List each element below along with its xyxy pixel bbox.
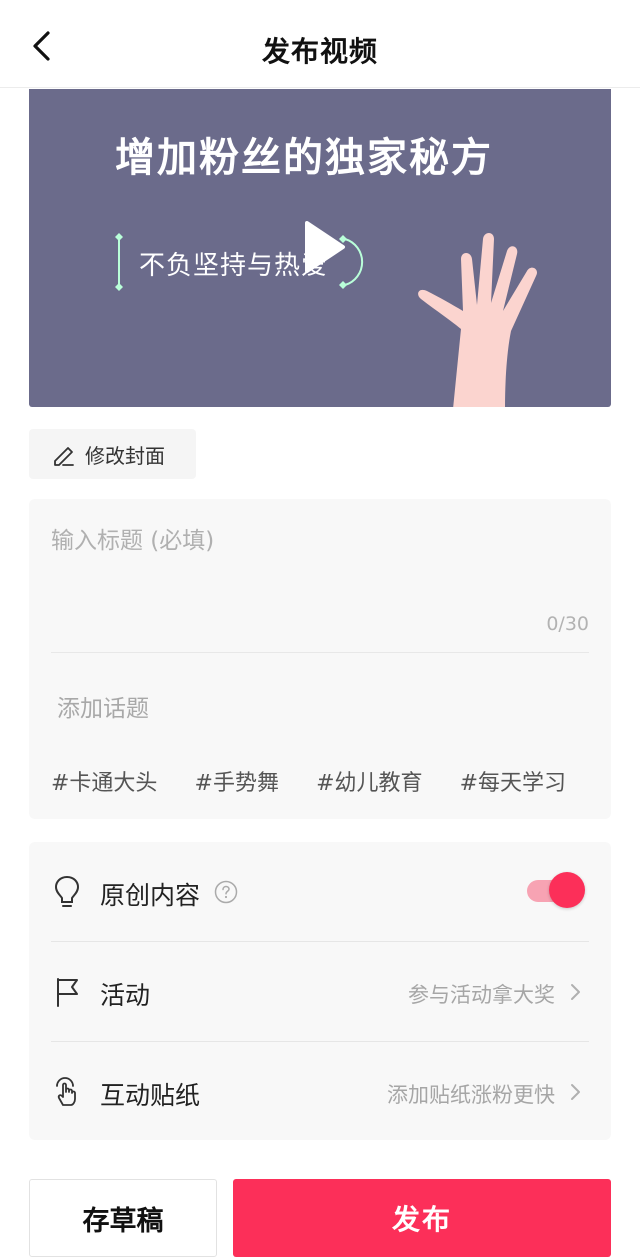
publish-button[interactable]: 发布 [233, 1179, 611, 1257]
original-content-label: 原创内容 [100, 881, 201, 910]
edit-cover-label: 修改封面 [85, 443, 165, 468]
top-bar: 发布视频 [0, 0, 640, 88]
add-topic-input[interactable]: 添加话题 [57, 689, 149, 723]
sticker-row[interactable]: 互动贴纸 添加贴纸涨粉更快 [29, 1042, 611, 1142]
tag-chip[interactable]: #每天学习 [460, 765, 566, 797]
cover-title-text: 增加粉丝的独家秘方 [115, 135, 493, 181]
play-icon[interactable] [299, 219, 349, 275]
sticker-value: 添加贴纸涨粉更快 [387, 1083, 555, 1107]
question-circle-icon[interactable] [214, 880, 238, 904]
settings-card: 原创内容 活动 参与活动拿大奖 互动贴纸 添加贴纸涨粉更快 [29, 842, 611, 1140]
title-topic-card: 0/30 添加话题 #卡通大头 #手势舞 #幼儿教育 #每天学习 [29, 499, 611, 819]
lightbulb-icon [54, 875, 80, 907]
chevron-right-icon [571, 1084, 580, 1100]
divider [51, 652, 589, 653]
tag-chip[interactable]: #幼儿教育 [316, 765, 422, 797]
original-content-toggle[interactable] [527, 872, 585, 910]
title-input[interactable] [51, 521, 581, 561]
original-content-row: 原创内容 [29, 842, 611, 942]
edit-cover-button[interactable]: 修改封面 [29, 429, 196, 479]
flag-icon [57, 978, 78, 1007]
title-char-count: 0/30 [546, 613, 589, 635]
touch-hand-icon [56, 1077, 76, 1106]
tag-chip[interactable]: #手势舞 [195, 765, 279, 797]
chevron-right-icon [571, 984, 580, 1000]
sticker-label: 互动贴纸 [100, 1081, 201, 1110]
activity-value: 参与活动拿大奖 [408, 983, 555, 1007]
save-draft-button[interactable]: 存草稿 [29, 1179, 217, 1257]
page-title: 发布视频 [261, 35, 378, 68]
tag-chip[interactable]: #卡通大头 [51, 765, 157, 797]
toggle-knob [549, 872, 585, 908]
suggested-tags: #卡通大头 #手势舞 #幼儿教育 #每天学习 [51, 765, 611, 801]
activity-row[interactable]: 活动 参与活动拿大奖 [29, 942, 611, 1042]
activity-label: 活动 [100, 981, 151, 1010]
hand-illustration [418, 233, 537, 407]
video-cover-preview[interactable]: 增加粉丝的独家秘方 不负坚持与热爱 [29, 89, 611, 407]
pencil-icon [54, 447, 74, 466]
